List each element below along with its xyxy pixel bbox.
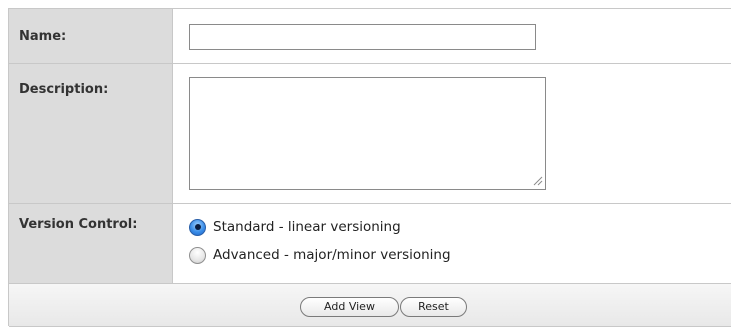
radio-advanced-label: Advanced - major/minor versioning [213, 247, 451, 263]
description-label: Description: [9, 64, 173, 203]
add-view-button[interactable]: Add View [300, 297, 399, 317]
name-row: Name: [9, 9, 731, 64]
name-input[interactable] [189, 24, 536, 50]
version-control-field-cell: Standard - linear versioning Advanced - … [173, 204, 731, 283]
resize-grip-icon[interactable] [531, 174, 543, 186]
form-actions-bar: Add View Reset [9, 284, 731, 327]
view-form: Name: Description: Version Control: Stan… [8, 8, 731, 327]
radio-selected-icon[interactable] [189, 218, 206, 236]
version-control-label: Version Control: [9, 204, 173, 283]
radio-advanced-option[interactable]: Advanced - major/minor versioning [189, 245, 451, 265]
description-row: Description: [9, 64, 731, 204]
description-field-cell [173, 64, 731, 203]
name-label: Name: [9, 9, 173, 63]
version-control-row: Version Control: Standard - linear versi… [9, 204, 731, 284]
radio-standard-label: Standard - linear versioning [213, 219, 401, 235]
name-field-cell [173, 9, 731, 63]
description-textarea[interactable] [189, 77, 546, 190]
radio-unselected-icon[interactable] [189, 246, 206, 264]
radio-standard-option[interactable]: Standard - linear versioning [189, 217, 401, 237]
reset-button[interactable]: Reset [400, 297, 467, 317]
